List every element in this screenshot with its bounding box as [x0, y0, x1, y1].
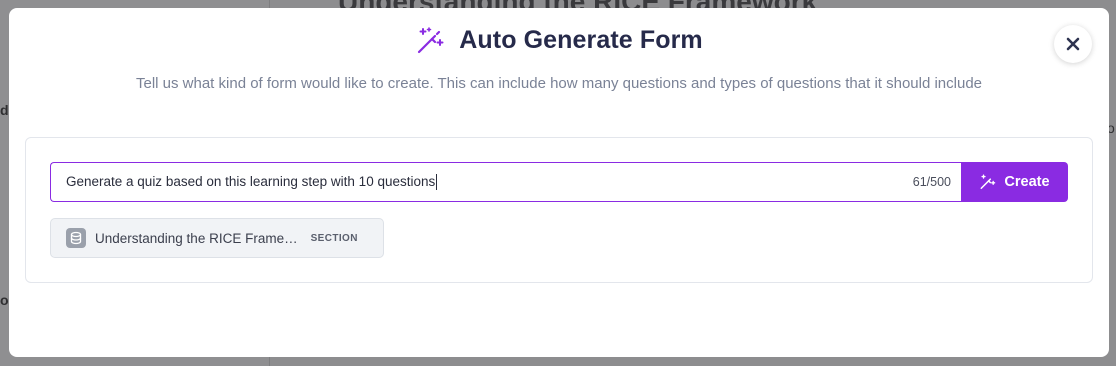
prompt-row: Generate a quiz based on this learning s…	[50, 162, 1068, 202]
magic-wand-icon	[980, 174, 996, 189]
modal-header: Auto Generate Form	[9, 26, 1109, 55]
create-button[interactable]: Create	[961, 162, 1068, 202]
context-chip[interactable]: Understanding the RICE Frame… SECTION	[50, 218, 384, 258]
modal-subtitle: Tell us what kind of form would like to …	[135, 75, 983, 92]
modal-title: Auto Generate Form	[459, 26, 703, 54]
background-fragment: d	[0, 102, 9, 118]
prompt-input-value: Generate a quiz based on this learning s…	[66, 173, 438, 191]
text-caret	[436, 174, 438, 191]
prompt-card: Generate a quiz based on this learning s…	[25, 137, 1093, 283]
create-button-label: Create	[1004, 174, 1050, 190]
background-fragment: o	[0, 292, 9, 308]
context-chip-tag: SECTION	[310, 232, 358, 244]
context-chip-label: Understanding the RICE Frame…	[95, 230, 298, 246]
character-counter: 61/500	[912, 175, 951, 189]
layers-icon	[66, 228, 86, 248]
magic-wand-icon	[418, 26, 444, 53]
prompt-input[interactable]: Generate a quiz based on this learning s…	[50, 162, 961, 202]
auto-generate-form-modal: Auto Generate Form Tell us what kind of …	[9, 8, 1109, 357]
